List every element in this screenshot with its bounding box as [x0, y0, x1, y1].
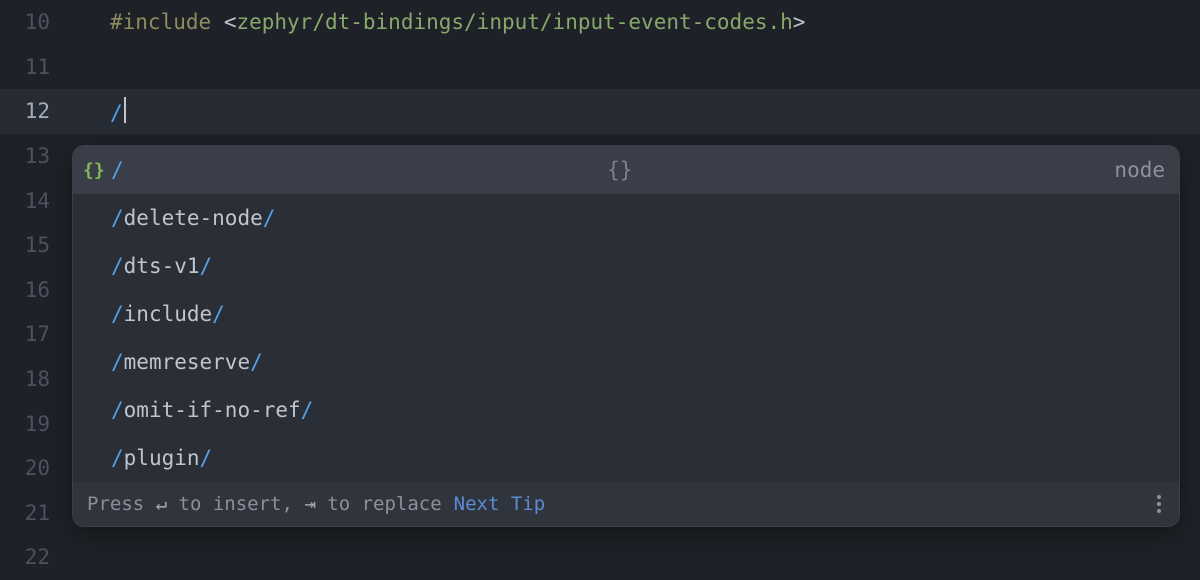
autocomplete-item[interactable]: /dts-v1/ [73, 242, 1179, 290]
tab-key-icon: ⇥ [304, 493, 315, 515]
code-line[interactable]: 10#include <zephyr/dt-bindings/input/inp… [0, 0, 1200, 45]
text-cursor [124, 97, 126, 123]
autocomplete-label: /memreserve/ [111, 350, 1165, 374]
autocomplete-item[interactable]: /memreserve/ [73, 338, 1179, 386]
code-line[interactable]: 12/ [0, 89, 1200, 134]
line-number: 22 [0, 545, 72, 569]
autocomplete-item[interactable]: /include/ [73, 290, 1179, 338]
line-number: 16 [0, 278, 72, 302]
autocomplete-type-hint: node [1114, 158, 1165, 182]
line-number: 12 [0, 99, 72, 123]
autocomplete-footer: Press ↵ to insert, ⇥ to replace Next Tip [73, 482, 1179, 526]
line-number: 18 [0, 367, 72, 391]
autocomplete-item[interactable]: /delete-node/ [73, 194, 1179, 242]
code-line[interactable]: 11 [0, 45, 1200, 90]
autocomplete-label: /delete-node/ [111, 206, 1165, 230]
footer-text: Press ↵ to insert, ⇥ to replace [87, 493, 442, 515]
code-content[interactable]: #include <zephyr/dt-bindings/input/input… [72, 10, 1200, 34]
line-number: 15 [0, 233, 72, 257]
code-editor[interactable]: 10#include <zephyr/dt-bindings/input/inp… [0, 0, 1200, 580]
autocomplete-label: /dts-v1/ [111, 254, 1165, 278]
autocomplete-item[interactable]: /omit-if-no-ref/ [73, 386, 1179, 434]
line-number: 17 [0, 322, 72, 346]
line-number: 21 [0, 501, 72, 525]
line-number: 10 [0, 10, 72, 34]
next-tip-link[interactable]: Next Tip [454, 493, 546, 515]
autocomplete-popup[interactable]: {}/{}node/delete-node//dts-v1//include//… [72, 145, 1180, 527]
more-options-icon[interactable] [1153, 491, 1165, 517]
enter-key-icon: ↵ [156, 493, 167, 515]
line-number: 11 [0, 55, 72, 79]
autocomplete-secondary: {} [607, 158, 632, 182]
autocomplete-item[interactable]: /plugin/ [73, 434, 1179, 482]
braces-icon: {} [83, 160, 111, 181]
autocomplete-label: /plugin/ [111, 446, 1165, 470]
line-number: 20 [0, 456, 72, 480]
autocomplete-label: /include/ [111, 302, 1165, 326]
line-number: 13 [0, 144, 72, 168]
code-content[interactable]: / [72, 97, 1200, 125]
autocomplete-item[interactable]: {}/{}node [73, 146, 1179, 194]
line-number: 14 [0, 189, 72, 213]
code-line[interactable]: 22 [0, 535, 1200, 580]
line-number: 19 [0, 412, 72, 436]
autocomplete-label: /omit-if-no-ref/ [111, 398, 1165, 422]
autocomplete-label: / [111, 158, 593, 182]
